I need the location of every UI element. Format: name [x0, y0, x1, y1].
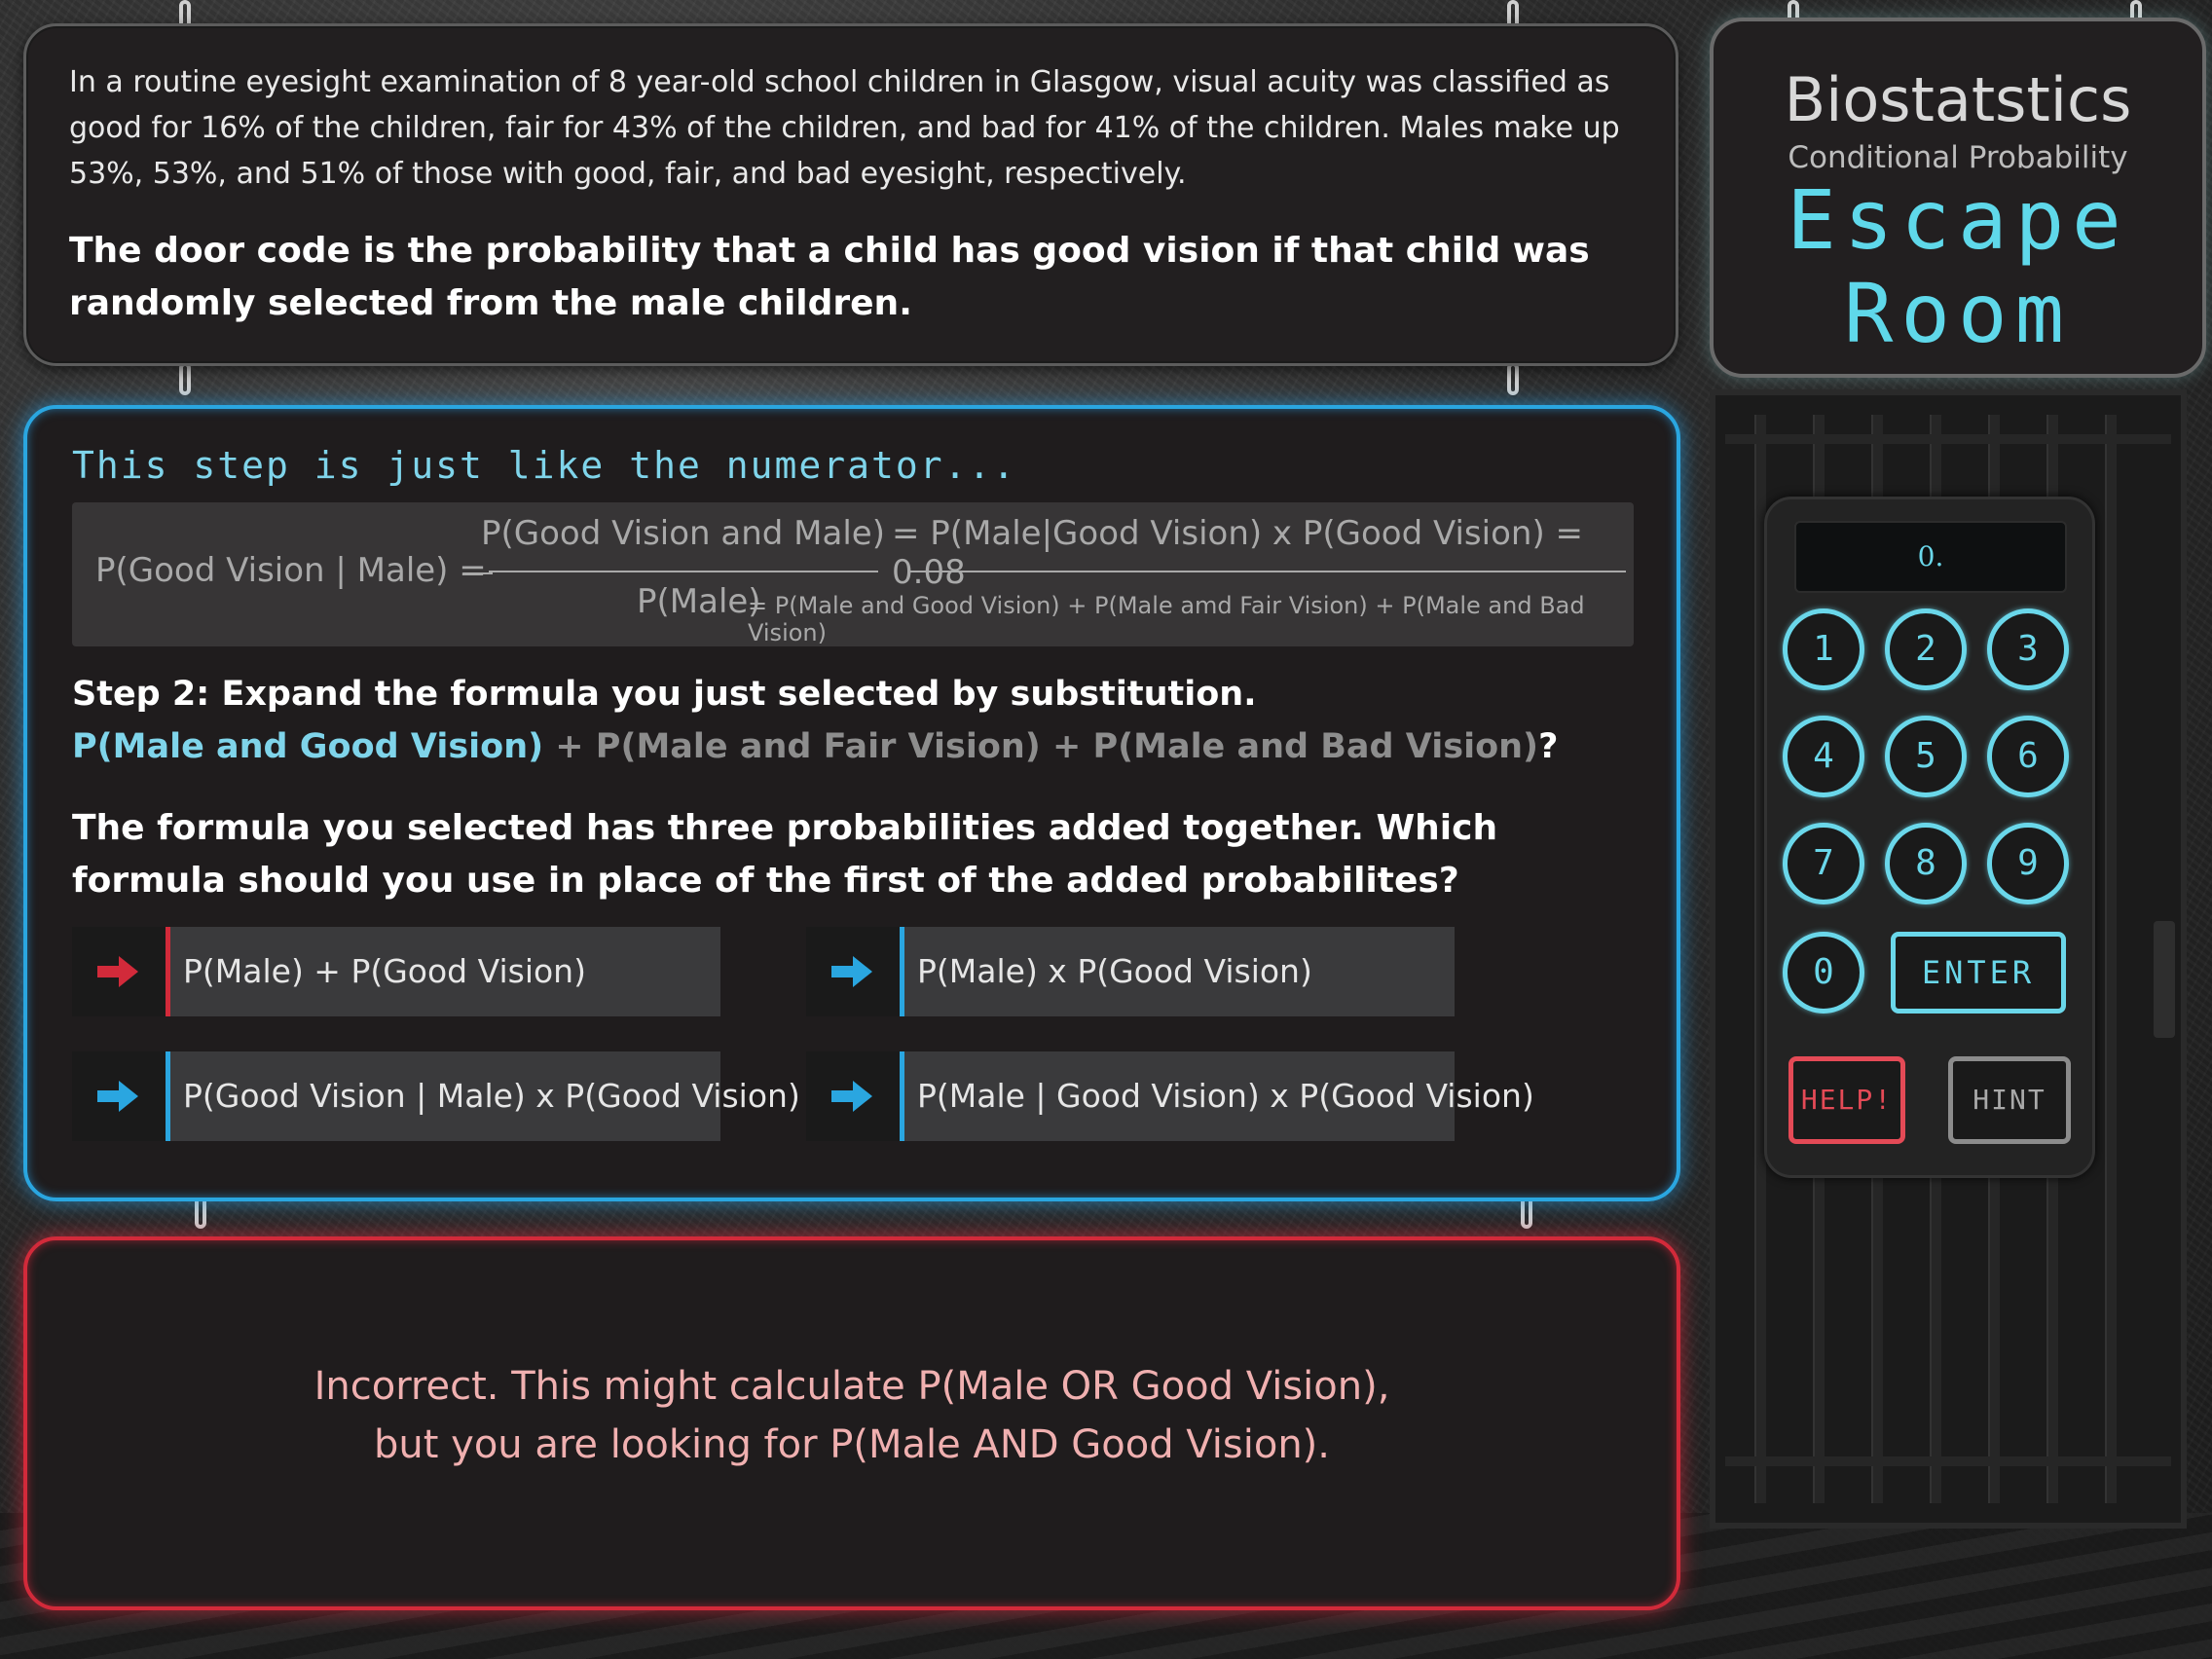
arrow-cell	[72, 927, 166, 1016]
key-7[interactable]: 7	[1783, 823, 1864, 904]
step2-title: Step 2: Expand the formula you just sele…	[72, 675, 1257, 714]
option-label: P(Good Vision | Male) x P(Good Vision)	[183, 1077, 800, 1115]
key-2[interactable]: 2	[1885, 608, 1967, 690]
key-9[interactable]: 9	[1987, 823, 2069, 904]
key-8[interactable]: 8	[1885, 823, 1967, 904]
answer-option[interactable]: P(Male | Good Vision) x P(Good Vision)	[806, 1051, 1534, 1141]
keypad-display: 0.	[1794, 521, 2067, 593]
chain-icon	[179, 362, 191, 395]
formula-denominator: P(Male)	[637, 582, 761, 621]
step2-highlight: P(Male and Good Vision)	[72, 727, 544, 766]
chain-icon	[1507, 362, 1519, 395]
arrow-right-icon	[97, 1081, 138, 1112]
arrow-right-icon	[97, 956, 138, 987]
option-label: P(Male | Good Vision) x P(Good Vision)	[917, 1077, 1534, 1115]
help-button[interactable]: HELP!	[1788, 1056, 1905, 1144]
feedback-panel: Incorrect. This might calculate P(Male O…	[23, 1236, 1680, 1610]
option-bar	[900, 927, 904, 1016]
feedback-text: Incorrect. This might calculate P(Male O…	[27, 1357, 1677, 1474]
title-room: Room	[1843, 266, 2073, 361]
hint-button[interactable]: HINT	[1948, 1056, 2071, 1144]
title-main: Biostatstics	[1784, 64, 2132, 135]
title-sub: Conditional Probability	[1788, 140, 2128, 175]
key-5[interactable]: 5	[1885, 716, 1967, 797]
problem-text: In a routine eyesight examination of 8 y…	[69, 65, 1620, 191]
formula-numerator-expansion: = P(Male|Good Vision) x P(Good Vision) =…	[892, 514, 1583, 592]
formula-lhs: P(Good Vision | Male) =	[95, 551, 487, 590]
formula-box: P(Good Vision | Male) = P(Good Vision an…	[72, 502, 1634, 646]
key-4[interactable]: 4	[1783, 716, 1864, 797]
step2-rest: + P(Male and Fair Vision) + P(Male and B…	[543, 727, 1539, 766]
door-code-question: The door code is the probability that a …	[69, 231, 1590, 323]
fraction-line	[489, 571, 878, 572]
step-panel: This step is just like the numerator... …	[23, 405, 1680, 1201]
arrow-right-icon	[831, 1081, 872, 1112]
enter-button[interactable]: ENTER	[1891, 932, 2066, 1014]
answer-option[interactable]: P(Good Vision | Male) x P(Good Vision)	[72, 1051, 800, 1141]
fraction-line	[463, 572, 493, 574]
option-bar	[166, 1051, 170, 1141]
formula-numerator: P(Good Vision and Male)	[481, 514, 885, 553]
title-panel: Biostatstics Conditional Probability Esc…	[1710, 18, 2206, 378]
title-escape-room: Escape Room	[1714, 173, 2202, 360]
formula-denominator-expansion: = P(Male and Good Vision) + P(Male amd F…	[748, 592, 1585, 646]
option-label: P(Male) + P(Good Vision)	[183, 952, 586, 990]
step2-formula: P(Male and Good Vision) + P(Male and Fai…	[72, 720, 1558, 773]
door-handle	[2154, 921, 2175, 1038]
fraction-line	[909, 571, 1626, 572]
arrow-cell	[806, 927, 900, 1016]
option-bar	[166, 927, 170, 1016]
door-bar	[1725, 1456, 2171, 1466]
answer-option[interactable]: P(Male) x P(Good Vision)	[806, 927, 1455, 1016]
door-bar	[1725, 434, 2171, 444]
option-label: P(Male) x P(Good Vision)	[917, 952, 1312, 990]
step-header: This step is just like the numerator...	[72, 444, 1017, 487]
option-bar	[900, 1051, 904, 1141]
arrow-cell	[806, 1051, 900, 1141]
step3-question: The formula you selected has three proba…	[72, 808, 1498, 901]
problem-panel: In a routine eyesight examination of 8 y…	[23, 23, 1678, 366]
title-escape: Escape	[1787, 172, 2129, 268]
key-0[interactable]: 0	[1783, 932, 1864, 1014]
answer-option[interactable]: P(Male) + P(Good Vision)	[72, 927, 720, 1016]
key-6[interactable]: 6	[1987, 716, 2069, 797]
door-bar	[2105, 415, 2117, 1503]
key-1[interactable]: 1	[1783, 608, 1864, 690]
feedback-line-2: but you are looking for P(Male AND Good …	[374, 1422, 1330, 1467]
step2-question-mark: ?	[1538, 727, 1559, 766]
arrow-cell	[72, 1051, 166, 1141]
key-3[interactable]: 3	[1987, 608, 2069, 690]
feedback-line-1: Incorrect. This might calculate P(Male O…	[313, 1364, 1390, 1409]
step2-text: Step 2: Expand the formula you just sele…	[72, 668, 1558, 773]
arrow-right-icon	[831, 956, 872, 987]
keypad: 0. 1 2 3 4 5 6 7 8 9 0 ENTER HELP! HINT	[1764, 497, 2095, 1178]
